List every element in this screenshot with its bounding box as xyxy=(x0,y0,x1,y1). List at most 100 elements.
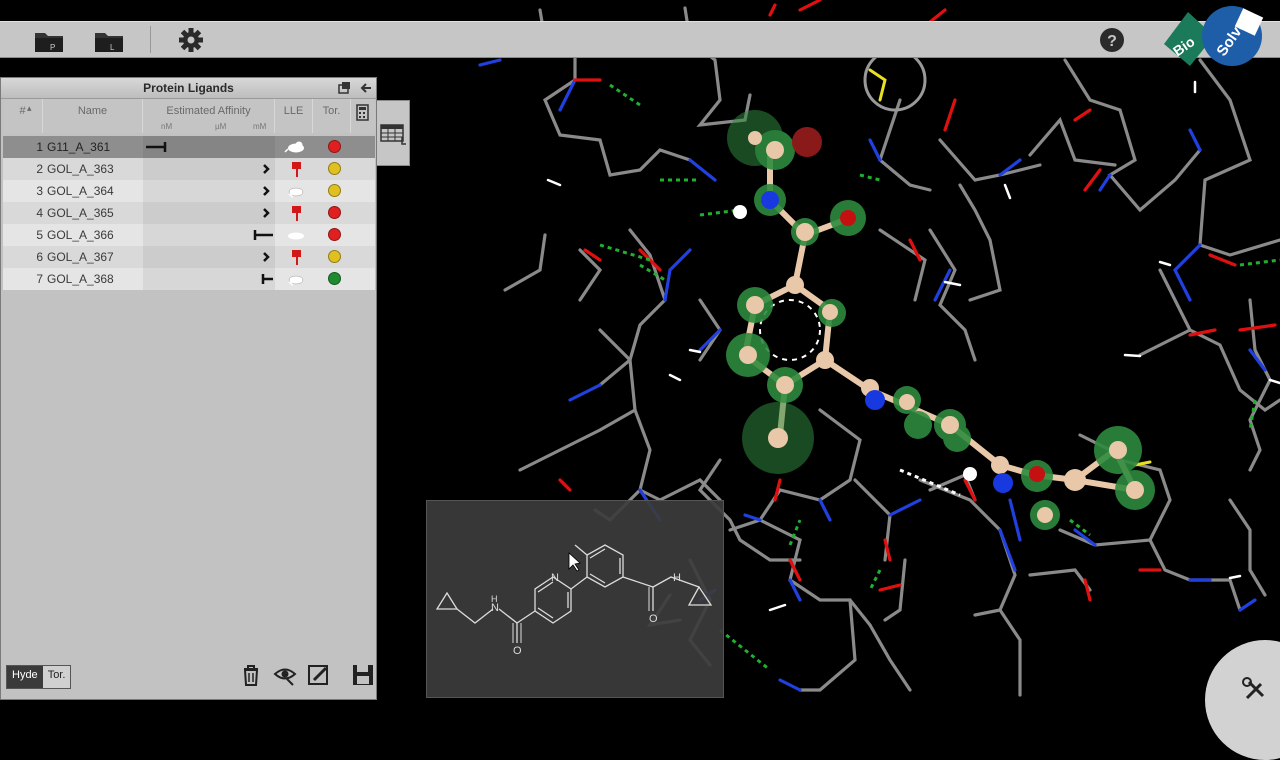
affinity-range-bar-icon xyxy=(146,142,167,152)
affinity-range-bar-icon xyxy=(253,230,273,240)
table-row[interactable]: 1 G11_A_361 xyxy=(3,136,375,158)
svg-text:O: O xyxy=(649,613,658,625)
affinity-cell xyxy=(143,136,275,158)
affinity-cell xyxy=(143,202,275,224)
column-number[interactable]: # ▴ xyxy=(3,99,43,133)
folder-ligand-icon: L xyxy=(95,33,123,52)
mode-tor-button[interactable]: Tor. xyxy=(42,666,71,688)
ligand-2d-structure: N H N H O O xyxy=(435,544,713,657)
panel-header: Protein Ligands xyxy=(1,78,376,99)
pin-icon xyxy=(292,250,301,265)
column-torsion[interactable]: Tor. xyxy=(313,99,351,133)
cloud-icon xyxy=(284,141,304,153)
column-name[interactable]: Name xyxy=(43,99,143,133)
sort-icon: ▴ xyxy=(27,103,32,113)
torsion-status-dot xyxy=(328,228,341,241)
protein-ligands-panel: Protein Ligands # ▴ Name Estimated Affin… xyxy=(0,77,377,700)
panel-title: Protein Ligands xyxy=(143,81,234,95)
delete-button[interactable] xyxy=(239,663,263,687)
edit-icon xyxy=(308,665,328,685)
cloud-icon xyxy=(288,232,304,240)
help-button[interactable]: ? xyxy=(1096,25,1128,55)
lle-cell xyxy=(279,180,313,202)
edit-button[interactable] xyxy=(307,663,331,687)
table-row[interactable]: 4 GOL_A_365 xyxy=(3,202,375,224)
torsion-status-dot xyxy=(328,250,341,263)
main-toolbar: P L ? xyxy=(0,21,1280,58)
column-estimated-affinity[interactable]: Estimated Affinity nM µM mM xyxy=(143,99,275,133)
svg-text:P: P xyxy=(50,43,55,52)
save-icon xyxy=(353,665,373,685)
svg-text:L: L xyxy=(110,43,115,52)
torsion-cell xyxy=(317,246,353,268)
ligand-table: 1 G11_A_361 2 GOL_A_363 3 GOL_A_364 4 GO… xyxy=(3,136,375,290)
visibility-button[interactable] xyxy=(273,663,297,687)
torsion-cell xyxy=(317,136,353,158)
gear-icon xyxy=(179,28,203,52)
tools-icon xyxy=(1242,677,1265,700)
cloud-icon xyxy=(288,275,304,286)
affinity-cell xyxy=(143,158,275,180)
panel-footer: Hyde Tor. xyxy=(1,665,376,699)
table-row[interactable]: 5 GOL_A_366 xyxy=(3,224,375,246)
svg-text:H: H xyxy=(491,594,498,604)
table-header: # ▴ Name Estimated Affinity nM µM mM LLE… xyxy=(3,99,375,133)
chevron-right-icon xyxy=(263,252,270,262)
torsion-cell xyxy=(317,158,353,180)
column-lle[interactable]: LLE xyxy=(275,99,313,133)
chevron-right-icon xyxy=(263,208,270,218)
trash-icon xyxy=(243,665,259,686)
collapse-arrow-icon[interactable] xyxy=(359,81,373,95)
torsion-cell xyxy=(317,180,353,202)
affinity-cell xyxy=(143,246,275,268)
mode-hyde-button[interactable]: Hyde xyxy=(7,666,43,688)
open-protein-button[interactable]: P xyxy=(33,25,65,55)
calculator-icon xyxy=(356,104,369,121)
pin-icon xyxy=(292,162,301,177)
svg-text:O: O xyxy=(513,645,522,657)
open-ligand-button[interactable]: L xyxy=(93,25,125,55)
lle-cell xyxy=(279,136,313,158)
toolbar-divider xyxy=(150,26,151,53)
column-config-button[interactable] xyxy=(351,99,375,133)
affinity-cell xyxy=(143,268,275,290)
affinity-cell xyxy=(143,224,275,246)
detach-icon[interactable] xyxy=(337,81,351,95)
mode-toggle[interactable]: Hyde Tor. xyxy=(6,665,72,689)
svg-text:?: ? xyxy=(1107,33,1117,50)
folder-protein-icon: P xyxy=(35,33,63,52)
torsion-status-dot xyxy=(328,162,341,175)
table-row[interactable]: 6 GOL_A_367 xyxy=(3,246,375,268)
torsion-status-dot xyxy=(328,140,341,153)
mouse-cursor-icon xyxy=(568,552,581,572)
torsion-status-dot xyxy=(328,206,341,219)
torsion-status-dot xyxy=(328,272,341,285)
svg-text:N: N xyxy=(551,572,559,584)
table-row[interactable]: 2 GOL_A_363 xyxy=(3,158,375,180)
eye-icon xyxy=(273,668,297,686)
table-row[interactable]: 3 GOL_A_364 xyxy=(3,180,375,202)
table-view-icon xyxy=(380,124,406,145)
svg-text:H: H xyxy=(673,572,681,584)
torsion-cell xyxy=(317,224,353,246)
lle-cell xyxy=(279,224,313,246)
lle-cell xyxy=(279,158,313,180)
cloud-icon xyxy=(288,187,304,198)
affinity-range-bar-icon xyxy=(261,274,273,284)
lle-cell xyxy=(279,268,313,290)
chevron-right-icon xyxy=(263,164,270,174)
settings-button[interactable] xyxy=(175,25,207,55)
lle-cell xyxy=(279,202,313,224)
torsion-status-dot xyxy=(328,184,341,197)
lle-cell xyxy=(279,246,313,268)
table-row[interactable]: 7 GOL_A_368 xyxy=(3,268,375,290)
torsion-cell xyxy=(317,202,353,224)
table-view-tab[interactable] xyxy=(377,100,410,166)
ligand-2d-structure-popup: N H N H O O xyxy=(426,500,724,698)
save-button[interactable] xyxy=(351,663,375,687)
affinity-cell xyxy=(143,180,275,202)
torsion-cell xyxy=(317,268,353,290)
chevron-right-icon xyxy=(263,186,270,196)
help-icon: ? xyxy=(1100,28,1124,52)
pin-icon xyxy=(292,206,301,221)
